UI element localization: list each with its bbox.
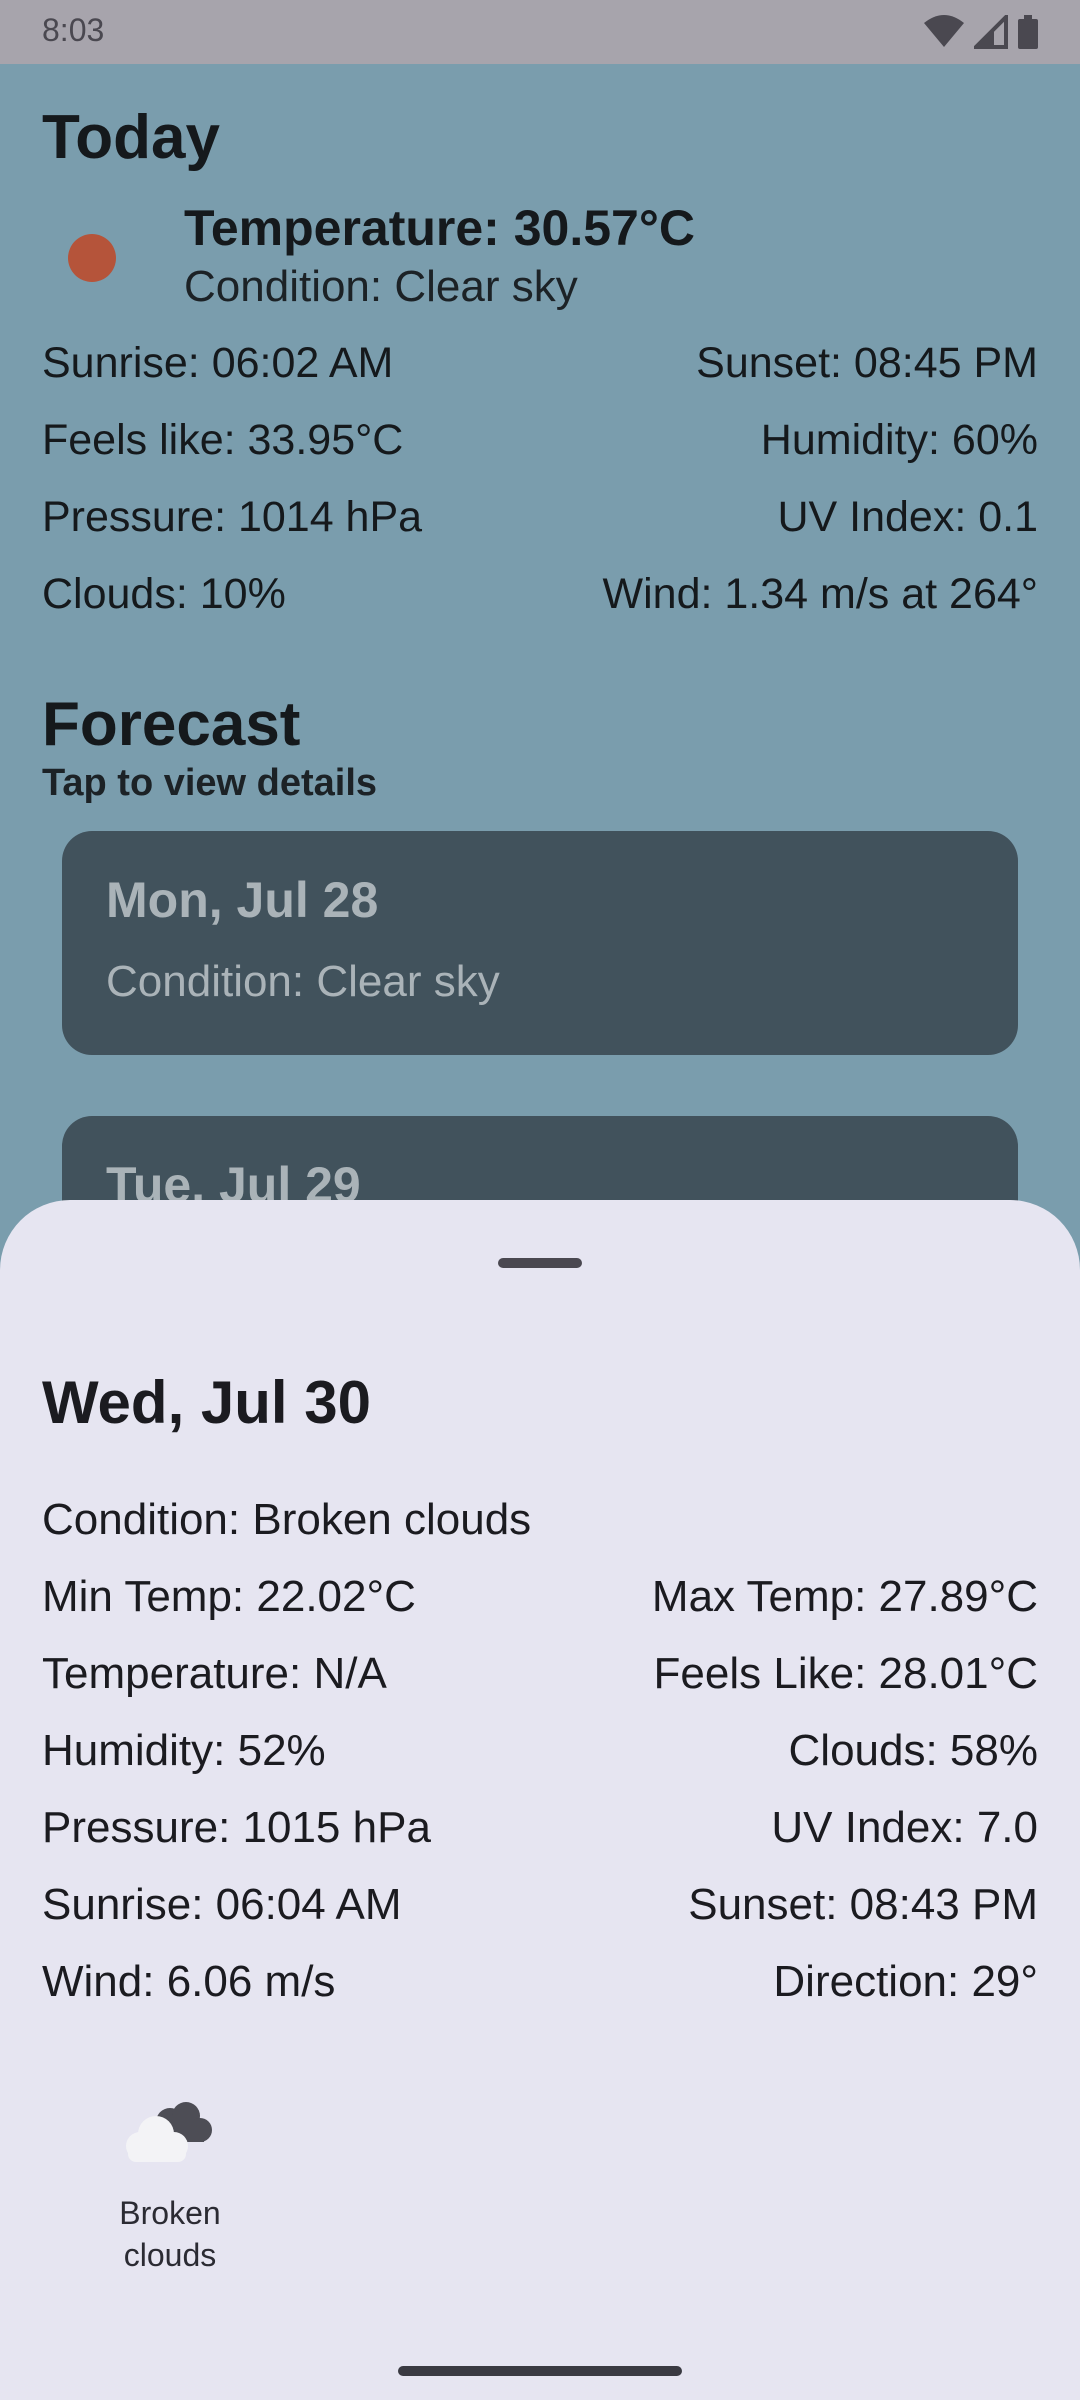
forecast-card-date: Mon, Jul 28	[106, 872, 379, 928]
detail-uv-index: UV Index: 7.0	[771, 1803, 1038, 1852]
weather-icon-label-line1: Broken	[119, 2195, 221, 2231]
forecast-card-condition: Condition: Clear sky	[106, 957, 500, 1006]
clouds-wind-row: Clouds: 10% Wind: 1.34 m/s at 264°	[42, 570, 1038, 619]
detail-sunrise: Sunrise: 06:04 AM	[42, 1880, 402, 1929]
detail-feels-like: Feels Like: 28.01°C	[653, 1649, 1038, 1698]
current-condition: Condition: Clear sky	[184, 262, 578, 311]
pressure-uv-row: Pressure: 1014 hPa UV Index: 0.1	[42, 493, 1038, 542]
feels-like-text: Feels like: 33.95°C	[42, 416, 404, 464]
detail-condition: Condition: Broken clouds	[42, 1495, 532, 1544]
sun-icon	[68, 234, 116, 282]
detail-humidity-row: Humidity: 52% Clouds: 58%	[42, 1726, 1038, 1776]
max-temp-text: Max Temp: 27.89°C	[651, 1572, 1038, 1621]
detail-temp-range-row: Min Temp: 22.02°C Max Temp: 27.89°C	[42, 1572, 1038, 1622]
detail-date-title: Wed, Jul 30	[42, 1369, 372, 1436]
sunset-text: Sunset: 08:45 PM	[696, 339, 1038, 387]
status-bar: 8:03	[0, 0, 1080, 64]
status-icons	[924, 14, 1038, 50]
current-temperature: Temperature: 30.57°C	[184, 200, 695, 256]
status-time: 8:03	[42, 12, 105, 48]
humidity-text: Humidity: 60%	[760, 416, 1038, 464]
detail-condition-row: Condition: Broken clouds	[42, 1495, 1038, 1545]
detail-wind-row: Wind: 6.06 m/s Direction: 29°	[42, 1957, 1038, 2007]
detail-direction: Direction: 29°	[773, 1957, 1038, 2006]
detail-clouds: Clouds: 58%	[788, 1726, 1038, 1775]
detail-sun-row: Sunrise: 06:04 AM Sunset: 08:43 PM	[42, 1880, 1038, 1930]
forecast-detail-sheet[interactable]: Wed, Jul 30 Condition: Broken clouds Min…	[0, 1200, 1080, 2400]
weather-icon-label-line2: clouds	[123, 2237, 217, 2273]
uv-index-text: UV Index: 0.1	[777, 493, 1038, 541]
pressure-text: Pressure: 1014 hPa	[42, 493, 423, 541]
forecast-card[interactable]: Mon, Jul 28 Condition: Clear sky	[62, 831, 1018, 1055]
detail-temperature-row: Temperature: N/A Feels Like: 28.01°C	[42, 1649, 1038, 1699]
feels-humidity-row: Feels like: 33.95°C Humidity: 60%	[42, 416, 1038, 465]
detail-sunset: Sunset: 08:43 PM	[688, 1880, 1038, 1929]
min-temp-text: Min Temp: 22.02°C	[42, 1572, 416, 1621]
detail-temperature: Temperature: N/A	[42, 1649, 387, 1698]
wind-text: Wind: 1.34 m/s at 264°	[602, 570, 1038, 618]
detail-wind: Wind: 6.06 m/s	[42, 1957, 336, 2006]
today-title: Today	[42, 103, 220, 172]
clouds-text: Clouds: 10%	[42, 570, 286, 618]
detail-pressure: Pressure: 1015 hPa	[42, 1803, 431, 1852]
forecast-title: Forecast	[42, 690, 301, 759]
battery-icon	[1018, 15, 1038, 49]
broken-clouds-icon	[118, 2096, 218, 2166]
drag-handle[interactable]	[498, 1258, 582, 1268]
gesture-nav-bar[interactable]	[398, 2366, 682, 2376]
weather-icon-label: Broken clouds	[90, 2192, 250, 2276]
wifi-icon	[924, 15, 964, 47]
sun-times-row: Sunrise: 06:02 AM Sunset: 08:45 PM	[42, 339, 1038, 388]
signal-icon	[974, 15, 1008, 49]
forecast-subtitle: Tap to view details	[42, 762, 378, 804]
detail-pressure-row: Pressure: 1015 hPa UV Index: 7.0	[42, 1803, 1038, 1853]
sunrise-text: Sunrise: 06:02 AM	[42, 339, 394, 387]
detail-humidity: Humidity: 52%	[42, 1726, 326, 1775]
